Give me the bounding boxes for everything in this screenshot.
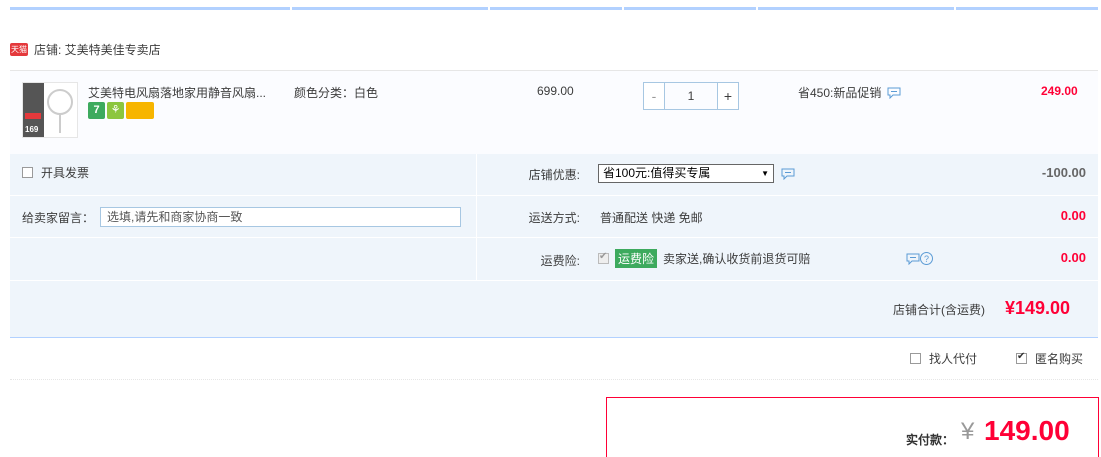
insurance-option: 运费险 卖家送,确认收货前退货可赔	[598, 249, 810, 268]
invoice-checkbox[interactable]	[22, 167, 33, 178]
shop-discount-select[interactable]: 省100元:值得买专属 ▼	[598, 164, 774, 183]
pay-by-other-label: 找人代付	[929, 352, 978, 366]
header-underline	[10, 7, 290, 10]
section-divider	[10, 379, 1098, 380]
product-title[interactable]: 艾美特电风扇落地家用静音风扇...	[88, 84, 266, 101]
chat-icon[interactable]	[906, 253, 920, 265]
insurance-text: 卖家送,确认收货前退货可赔	[663, 252, 811, 266]
insurance-label: 运费险:	[540, 254, 580, 268]
shop-discount-label: 店铺优惠:	[528, 168, 580, 182]
subtotal-value: ¥149.00	[1005, 298, 1071, 318]
quantity-input[interactable]: 1	[664, 83, 718, 109]
shipping-value: 0.00	[1060, 208, 1086, 223]
tmall-icon: 天猫	[10, 42, 28, 56]
promotion: 省450:新品促销	[798, 84, 901, 101]
anonymous-checkbox[interactable]	[1016, 351, 1027, 364]
row-divider	[10, 195, 1098, 196]
dropdown-arrow-icon: ▼	[761, 169, 769, 178]
qty-minus-button[interactable]: -	[644, 83, 664, 109]
insurance-checkbox	[598, 251, 609, 264]
invoice-option[interactable]: 开具发票	[22, 164, 89, 181]
header-underline	[292, 7, 488, 10]
pay-label: 实付款：	[906, 433, 955, 447]
product-sku: 颜色分类：白色	[294, 86, 379, 100]
service-icons: 7 ⚘	[88, 102, 154, 119]
shop-header: 天猫 店铺: 艾美特美佳专卖店	[10, 41, 161, 57]
header-underline	[758, 7, 954, 10]
qty-plus-button[interactable]: +	[718, 83, 738, 109]
insurance-value: 0.00	[1060, 250, 1086, 265]
order-item-row: 169 艾美特电风扇落地家用静音风扇... 颜色分类：白色 7 ⚘ 699.00…	[10, 70, 1098, 154]
anonymous-option[interactable]: 匿名购买	[1016, 350, 1083, 367]
seller-message-input[interactable]: 选填,请先和商家协商一致	[100, 207, 461, 227]
subtotal-label: 店铺合计(含运费)	[893, 303, 985, 317]
pay-by-other-option[interactable]: 找人代付	[910, 350, 977, 367]
panel-divider	[476, 154, 477, 280]
seven-day-return-icon[interactable]: 7	[88, 102, 105, 119]
chat-icon[interactable]	[781, 168, 795, 180]
message-label: 给卖家留言：	[22, 211, 95, 225]
row-divider	[10, 237, 1098, 238]
thumbnail-price-tag: 169	[25, 125, 39, 134]
row-divider	[10, 280, 1098, 281]
anonymous-label: 匿名购买	[1035, 352, 1084, 366]
help-icon[interactable]: ?	[920, 252, 933, 265]
guarantee-icon[interactable]: ⚘	[107, 102, 124, 119]
pay-currency: ¥	[961, 418, 975, 445]
credit-card-icon[interactable]	[126, 102, 154, 119]
promotion-text: 省450:新品促销	[798, 86, 882, 100]
product-thumbnail[interactable]: 169	[22, 82, 78, 138]
header-underline	[624, 7, 756, 10]
shipping-label: 运送方式:	[528, 211, 580, 225]
quantity-stepper: - 1 +	[643, 82, 739, 110]
chat-icon[interactable]	[887, 87, 901, 99]
shop-name[interactable]: 店铺: 艾美特美佳专卖店	[34, 41, 161, 58]
shipping-method: 普通配送 快递 免邮	[600, 211, 703, 225]
header-underline	[956, 7, 1098, 10]
insurance-badge: 运费险	[615, 249, 658, 268]
insurance-icons: ?	[906, 252, 933, 265]
shop-discount-selected: 省100元:值得买专属	[603, 166, 711, 180]
invoice-label: 开具发票	[41, 166, 90, 180]
pay-by-other-checkbox[interactable]	[910, 353, 921, 364]
pay-value: 149.00	[984, 415, 1070, 446]
shop-discount-value: -100.00	[1041, 165, 1086, 180]
item-total: 249.00	[1041, 84, 1078, 98]
unit-price: 699.00	[537, 84, 574, 98]
panel-bottom-border	[10, 337, 1098, 338]
header-underline	[490, 7, 622, 10]
